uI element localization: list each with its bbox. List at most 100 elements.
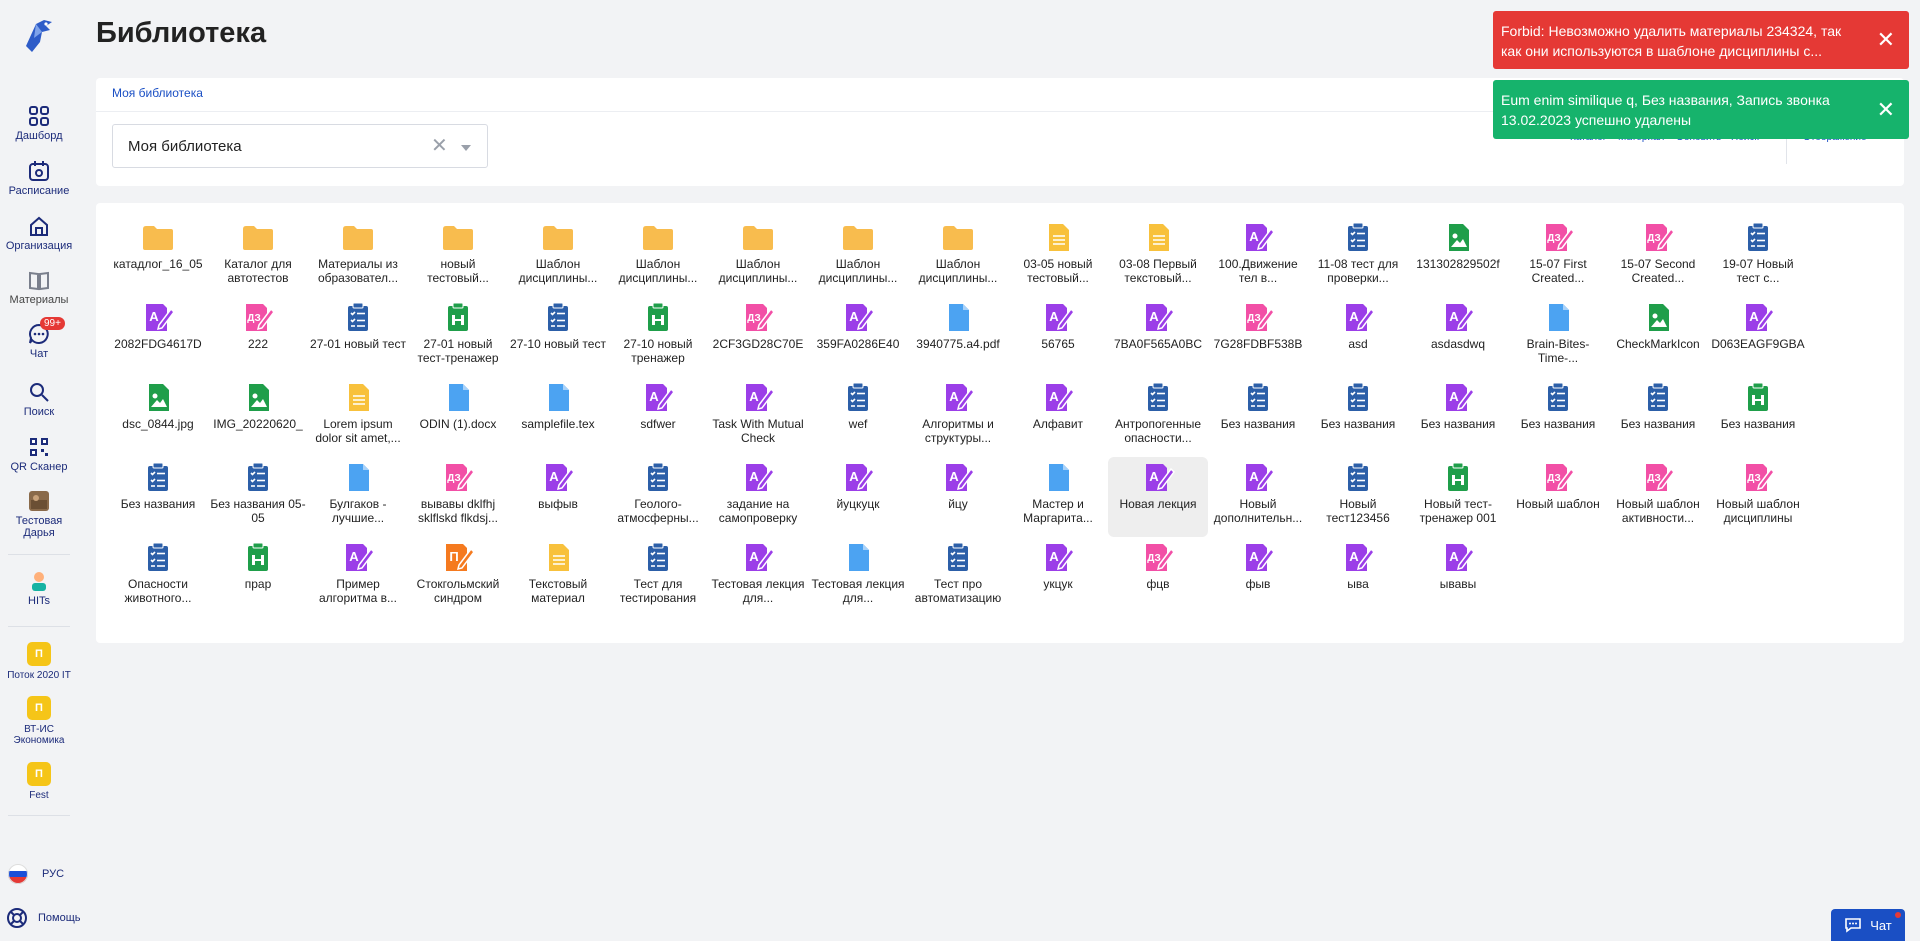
material-item[interactable]: ODIN (1).docx (408, 377, 508, 457)
library-select[interactable]: Моя библиотека ✕ (112, 124, 488, 168)
material-item[interactable]: A D063EAGF9GBA (1708, 297, 1808, 377)
material-item[interactable]: CheckMarkIcon (1608, 297, 1708, 377)
material-item[interactable]: Новый тест-тренажер 001 (1408, 457, 1508, 537)
material-item[interactable]: Текстовый материал (508, 537, 608, 617)
material-item[interactable]: Без названия (1708, 377, 1808, 457)
material-item[interactable]: Без названия (1508, 377, 1608, 457)
material-item[interactable]: 27-01 новый тест-тренажер (408, 297, 508, 377)
material-item[interactable]: Антропогенные опасности... (1108, 377, 1208, 457)
material-item[interactable]: ДЗ 15-07 First Created... (1508, 217, 1608, 297)
material-item[interactable]: Каталог для автотестов (208, 217, 308, 297)
material-item[interactable]: Опасности животного... (108, 537, 208, 617)
material-item[interactable]: Aукцук (1008, 537, 1108, 617)
material-item[interactable]: ДЗ 2CF3GD28C70E (708, 297, 808, 377)
material-item[interactable]: 11-08 тест для проверки... (1308, 217, 1408, 297)
material-item[interactable]: Без названия (1308, 377, 1408, 457)
material-item[interactable]: A 56765 (1008, 297, 1108, 377)
material-item[interactable]: Aзадание на самопроверку (708, 457, 808, 537)
material-item[interactable]: Материалы из образовател... (308, 217, 408, 297)
material-item[interactable]: Aйуцкуцк (808, 457, 908, 537)
material-item[interactable]: 27-01 новый тест (308, 297, 408, 377)
material-item[interactable]: dsc_0844.jpg (108, 377, 208, 457)
material-item[interactable]: ДЗ 15-07 Second Created... (1608, 217, 1708, 297)
material-item[interactable]: IMG_20220620_ (208, 377, 308, 457)
stream-item[interactable]: П Fest (0, 762, 78, 801)
material-item[interactable]: Шаблон дисциплины... (708, 217, 808, 297)
material-item[interactable]: новый тестовый... (408, 217, 508, 297)
material-item[interactable]: Тест для тестирования (608, 537, 708, 617)
material-item[interactable]: A Task With Mutual Check (708, 377, 808, 457)
material-item[interactable]: Aвыфыв (508, 457, 608, 537)
material-item[interactable]: Aыва (1308, 537, 1408, 617)
nav-qr-scanner[interactable]: QR Сканер (0, 436, 78, 473)
chevron-down-icon[interactable] (461, 145, 471, 151)
material-item[interactable]: Мастер и Маргарита... (1008, 457, 1108, 537)
material-item[interactable]: 131302829502f (1408, 217, 1508, 297)
material-item[interactable]: 03-08 Первый текстовый... (1108, 217, 1208, 297)
material-item[interactable]: A 2082FDG4617D (108, 297, 208, 377)
stream-item[interactable]: П ВТ-ИС Экономика (0, 696, 78, 746)
help-link[interactable]: Помощь (6, 907, 81, 929)
clear-icon[interactable]: ✕ (431, 136, 448, 156)
material-item[interactable]: A Тестовая лекция для... (708, 537, 808, 617)
material-item[interactable]: Brain-Bites-Time-... (1508, 297, 1608, 377)
material-item[interactable]: Тестовая лекция для... (808, 537, 908, 617)
material-item[interactable]: ДЗ Новый шаблон дисциплины (1708, 457, 1808, 537)
material-item[interactable]: samplefile.tex (508, 377, 608, 457)
material-item[interactable]: Lorem ipsum dolor sit amet,... (308, 377, 408, 457)
material-item[interactable]: 03-05 новый тестовый... (1008, 217, 1108, 297)
material-item[interactable]: Шаблон дисциплины... (508, 217, 608, 297)
material-item[interactable]: 27-10 новый тест (508, 297, 608, 377)
close-icon[interactable]: ✕ (1877, 29, 1895, 51)
nav-schedule[interactable]: Расписание (0, 160, 78, 197)
material-item[interactable]: A Новый дополнительн... (1208, 457, 1308, 537)
nav-chat[interactable]: 99+ Чат (0, 317, 78, 360)
material-item[interactable]: прар (208, 537, 308, 617)
material-item[interactable]: A Алфавит (1008, 377, 1108, 457)
material-item[interactable]: Тест про автоматизацию (908, 537, 1008, 617)
material-item[interactable]: A 7BA0F565A0BC (1108, 297, 1208, 377)
material-item[interactable]: A Без названия (1408, 377, 1508, 457)
nav-search[interactable]: Поиск (0, 381, 78, 418)
material-item[interactable]: A Пример алгоритма в... (308, 537, 408, 617)
material-item[interactable]: ДЗ 7G28FDBF538B (1208, 297, 1308, 377)
material-item[interactable]: Aasdasdwq (1408, 297, 1508, 377)
material-item[interactable]: П Стокгольмский синдром (408, 537, 508, 617)
material-item[interactable]: Aывавы (1408, 537, 1508, 617)
material-item[interactable]: 19-07 Новый тест с... (1708, 217, 1808, 297)
material-item[interactable]: wef (808, 377, 908, 457)
nav-materials[interactable]: Материалы (0, 269, 78, 306)
material-item[interactable]: Без названия 05-05 (208, 457, 308, 537)
close-icon[interactable]: ✕ (1877, 98, 1895, 121)
logo-icon[interactable] (22, 16, 56, 56)
material-item[interactable]: Без названия (1208, 377, 1308, 457)
material-item[interactable]: ДЗ 222 (208, 297, 308, 377)
material-item[interactable]: Без названия (108, 457, 208, 537)
material-item[interactable]: A Алгоритмы и структуры... (908, 377, 1008, 457)
material-item[interactable]: A 100.Движение тел в... (1208, 217, 1308, 297)
material-item[interactable]: Шаблон дисциплины... (808, 217, 908, 297)
material-item[interactable]: Без названия (1608, 377, 1708, 457)
nav-dashboard[interactable]: Дашборд (0, 105, 78, 142)
stream-item[interactable]: П Поток 2020 IT (0, 642, 78, 681)
material-item[interactable]: A Новая лекция (1108, 457, 1208, 537)
material-item[interactable]: Новый тест123456 (1308, 457, 1408, 537)
material-item[interactable]: A 359FA0286E40 (808, 297, 908, 377)
material-item[interactable]: 3940775.a4.pdf (908, 297, 1008, 377)
language-switch[interactable]: РУС (6, 864, 64, 884)
material-item[interactable]: катадлог_16_05 (108, 217, 208, 297)
material-item[interactable]: Шаблон дисциплины... (608, 217, 708, 297)
nav-organization[interactable]: Организация (0, 215, 78, 252)
breadcrumb[interactable]: Моя библиотека (112, 86, 203, 100)
material-item[interactable]: Булгаков - лучшие... (308, 457, 408, 537)
material-item[interactable]: Геолого-атмосферны... (608, 457, 708, 537)
material-item[interactable]: ДЗ Новый шаблон активности... (1608, 457, 1708, 537)
chat-button[interactable]: Чат (1831, 909, 1905, 941)
material-item[interactable]: ДЗ вывавы dklfhj sklflskd flkdsj... (408, 457, 508, 537)
material-item[interactable]: Aasd (1308, 297, 1408, 377)
material-item[interactable]: Aфыв (1208, 537, 1308, 617)
material-item[interactable]: Aйцу (908, 457, 1008, 537)
material-item[interactable]: 27-10 новый тренажер (608, 297, 708, 377)
nav-hits[interactable]: HITs (0, 570, 78, 607)
material-item[interactable]: Шаблон дисциплины... (908, 217, 1008, 297)
